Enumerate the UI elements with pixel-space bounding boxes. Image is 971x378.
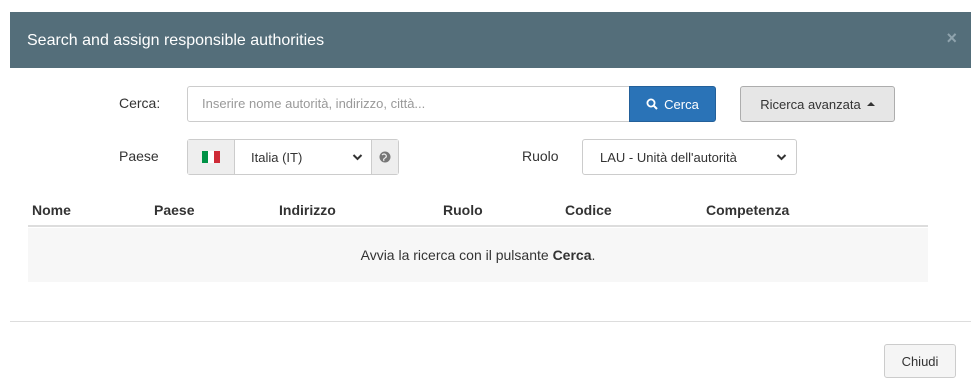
- dialog-header: Search and assign responsible authoritie…: [10, 12, 971, 68]
- search-button-label: Cerca: [664, 96, 699, 112]
- country-select[interactable]: Italia (IT): [235, 140, 371, 174]
- role-label: Ruolo: [522, 148, 559, 164]
- advanced-search-button[interactable]: Ricerca avanzata: [740, 86, 895, 122]
- empty-results-row: Avvia la ricerca con il pulsante Cerca.: [28, 228, 928, 282]
- close-button[interactable]: Chiudi: [884, 344, 956, 378]
- search-input[interactable]: Inserire nome autorità, indirizzo, città…: [187, 86, 630, 122]
- column-header-indirizzo[interactable]: Indirizzo: [279, 202, 336, 218]
- column-header-paese[interactable]: Paese: [154, 202, 194, 218]
- column-header-codice[interactable]: Codice: [565, 202, 612, 218]
- search-button[interactable]: Cerca: [629, 86, 716, 122]
- role-selected: LAU - Unità dell'autorità: [600, 149, 737, 165]
- chevron-down-icon: [352, 154, 363, 161]
- empty-results-message: Avvia la ricerca con il pulsante Cerca.: [360, 247, 596, 263]
- advanced-search-label: Ricerca avanzata: [760, 96, 861, 112]
- close-icon[interactable]: ×: [946, 28, 957, 49]
- role-select[interactable]: LAU - Unità dell'autorità: [582, 139, 797, 175]
- country-selected: Italia (IT): [251, 149, 303, 165]
- column-header-nome[interactable]: Nome: [32, 202, 71, 218]
- search-label: Cerca:: [119, 95, 161, 111]
- caret-up-icon: [866, 102, 875, 106]
- country-label: Paese: [119, 148, 159, 164]
- footer-divider: [10, 321, 971, 322]
- empty-results-keyword: Cerca: [552, 247, 592, 263]
- country-select-group: Italia (IT): [187, 139, 399, 175]
- close-button-label: Chiudi: [901, 353, 939, 369]
- column-header-ruolo[interactable]: Ruolo: [443, 202, 483, 218]
- column-header-competenza[interactable]: Competenza: [706, 202, 789, 218]
- dialog-title: Search and assign responsible authoritie…: [27, 32, 325, 49]
- search-icon: [646, 98, 658, 110]
- globe-icon: [379, 151, 391, 163]
- flag-addon: [188, 140, 235, 174]
- italy-flag-icon: [202, 151, 220, 163]
- chevron-down-icon: [776, 154, 787, 161]
- globe-button[interactable]: [371, 140, 398, 174]
- table-header-divider: [28, 225, 928, 227]
